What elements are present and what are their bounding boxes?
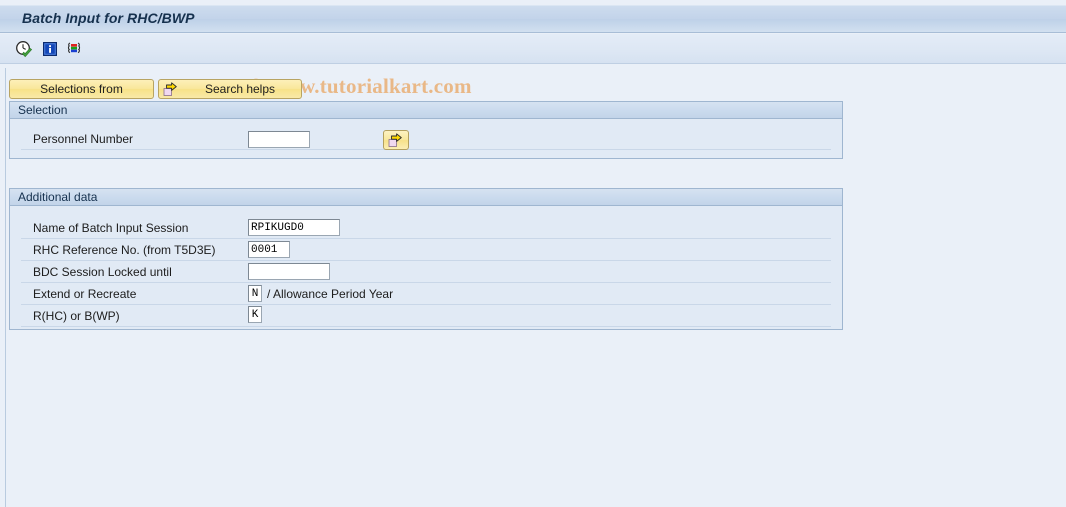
rhc-reference-no-row: RHC Reference No. (from T5D3E) <box>21 240 831 261</box>
selection-button-row: Selections from Search helps <box>9 79 302 99</box>
search-helps-label: Search helps <box>204 82 276 96</box>
selection-panel-header: Selection <box>10 102 842 119</box>
allowance-period-year-text: / Allowance Period Year <box>267 287 394 301</box>
extend-or-recreate-row: Extend or Recreate <box>21 284 831 305</box>
batch-input-session-label: Name of Batch Input Session <box>33 221 189 235</box>
bdc-session-locked-row: BDC Session Locked until <box>21 262 831 283</box>
selections-from-button[interactable]: Selections from <box>9 79 154 99</box>
personnel-number-label: Personnel Number <box>33 132 134 146</box>
batch-input-session-input[interactable] <box>248 219 340 236</box>
rhc-or-bwp-input[interactable] <box>248 306 262 323</box>
selection-panel-body: Personnel Number <box>10 119 842 158</box>
rhc-or-bwp-row: R(HC) or B(WP) <box>21 306 831 327</box>
additional-data-group-panel: Additional data Name of Batch Input Sess… <box>9 188 843 330</box>
batch-input-session-row: Name of Batch Input Session <box>21 218 831 239</box>
info-icon[interactable] <box>41 40 59 58</box>
rhc-reference-no-label: RHC Reference No. (from T5D3E) <box>33 243 216 257</box>
execute-check-icon[interactable] <box>15 40 33 58</box>
extend-or-recreate-label: Extend or Recreate <box>33 287 137 301</box>
variants-icon[interactable] <box>65 40 83 58</box>
additional-data-panel-header: Additional data <box>10 189 842 206</box>
rhc-reference-no-input[interactable] <box>248 241 290 258</box>
rhc-or-bwp-label: R(HC) or B(WP) <box>33 309 120 323</box>
sap-gui-window: Batch Input for RHC/BWP © www.tutorialka… <box>0 0 1066 507</box>
selections-from-label: Selections from <box>40 82 123 96</box>
bdc-session-locked-input[interactable] <box>248 263 330 280</box>
selection-group-panel: Selection Personnel Number <box>9 101 843 159</box>
extend-or-recreate-input[interactable] <box>248 285 262 302</box>
personnel-number-row: Personnel Number <box>21 129 831 150</box>
application-toolbar: © www.tutorialkart.com <box>0 34 1066 98</box>
bdc-session-locked-label: BDC Session Locked until <box>33 265 172 279</box>
yellow-arrow-icon <box>163 82 178 97</box>
search-helps-button[interactable]: Search helps <box>158 79 302 99</box>
personnel-number-input[interactable] <box>248 131 310 148</box>
multiple-selection-button[interactable] <box>383 130 409 150</box>
window-title-bar: Batch Input for RHC/BWP <box>0 5 1066 33</box>
content-left-border <box>5 68 6 507</box>
multiple-selection-arrow-icon <box>388 133 403 148</box>
page-title: Batch Input for RHC/BWP <box>22 10 195 26</box>
additional-data-panel-body: Name of Batch Input Session RHC Referenc… <box>10 206 842 329</box>
